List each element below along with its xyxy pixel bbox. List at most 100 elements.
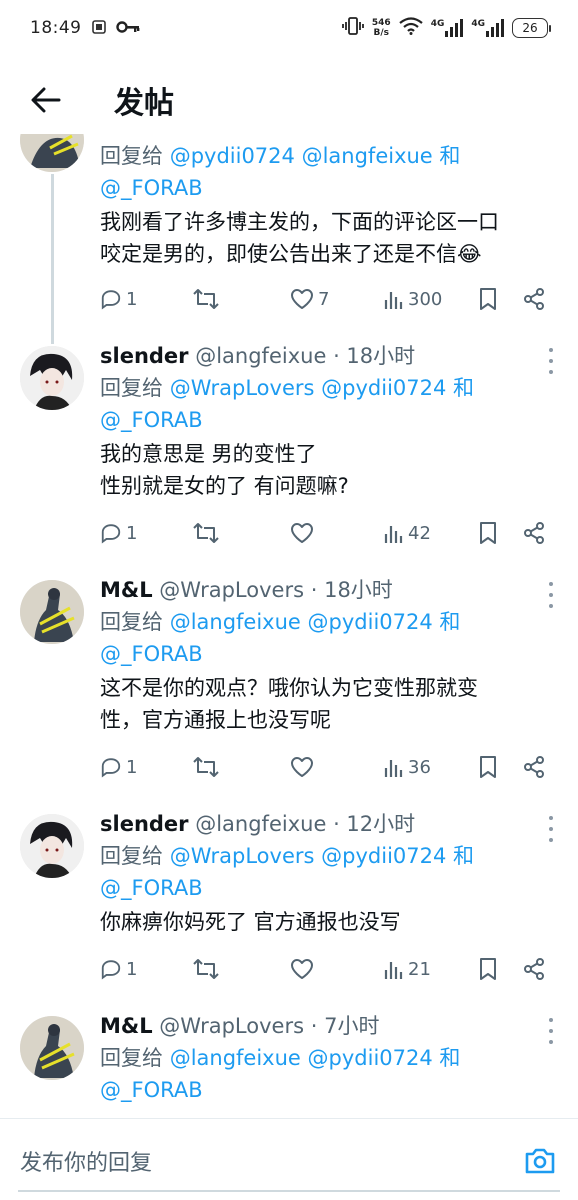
reply-button[interactable]: 1	[100, 522, 137, 544]
avatar[interactable]	[20, 134, 84, 172]
back-button[interactable]	[16, 70, 76, 130]
retweet-icon	[193, 523, 219, 543]
mention-link[interactable]: @pydii0724	[321, 376, 446, 400]
mention-link[interactable]: @_FORAB	[100, 876, 203, 900]
tweet-actions: 1 36	[100, 750, 560, 784]
bookmark-button[interactable]	[478, 755, 498, 779]
bar-chart-icon	[384, 292, 403, 309]
tweet-text-line: 咬定是男的，即使公告出来了还是不信😂	[100, 242, 482, 266]
user-handle[interactable]: @WrapLovers	[159, 1014, 304, 1038]
tweet-content: M&L @WrapLovers · 7小时 回复给 @langfeixue @p…	[100, 1010, 560, 1106]
tweet-time: · 18小时	[333, 344, 416, 368]
retweet-button[interactable]	[192, 288, 224, 310]
reply-tweet[interactable]: M&L @WrapLovers · 18小时 回复给 @langfeixue @…	[0, 574, 578, 808]
avatar[interactable]	[20, 580, 84, 644]
share-button[interactable]	[522, 755, 546, 779]
reply-button[interactable]: 1	[100, 288, 137, 310]
more-vertical-icon	[549, 348, 553, 352]
views-button[interactable]: 21	[384, 959, 431, 980]
arrow-left-icon	[31, 87, 61, 113]
more-options-button[interactable]	[544, 348, 558, 374]
mention-link[interactable]: @pydii0724	[308, 1046, 433, 1070]
avatar[interactable]	[20, 814, 84, 878]
display-name[interactable]: slender	[100, 344, 189, 368]
mention-link[interactable]: @pydii0724	[170, 144, 295, 168]
avatar[interactable]	[20, 346, 84, 410]
mention-link[interactable]: @pydii0724	[308, 610, 433, 634]
mention-link[interactable]: @WrapLovers	[170, 844, 315, 868]
display-name[interactable]: slender	[100, 812, 189, 836]
user-handle[interactable]: @WrapLovers	[159, 578, 304, 602]
camera-button[interactable]	[522, 1143, 558, 1179]
signal-1-label: 4G	[430, 19, 445, 29]
composer-underline	[18, 1190, 560, 1192]
camera-icon	[525, 1148, 555, 1174]
retweet-icon	[193, 757, 219, 777]
reply-to-line: 回复给 @langfeixue @pydii0724 和 @_FORAB	[100, 606, 560, 670]
user-handle[interactable]: @langfeixue	[195, 812, 326, 836]
more-vertical-icon	[549, 582, 553, 586]
bookmark-button[interactable]	[478, 521, 498, 545]
reply-tweet[interactable]: 回复给 @pydii0724 @langfeixue 和 @_FORAB 我刚看…	[0, 134, 578, 344]
tweet-text-line: 我刚看了许多博主发的，下面的评论区一口	[100, 210, 499, 234]
retweet-icon	[193, 289, 219, 309]
reply-count: 1	[126, 288, 138, 310]
share-button[interactable]	[522, 957, 546, 981]
tweet-actions: 1 7 300	[100, 282, 560, 316]
more-options-button[interactable]	[544, 582, 558, 608]
like-button[interactable]: 7	[290, 288, 329, 310]
wifi-icon	[398, 17, 423, 39]
share-button[interactable]	[522, 521, 546, 545]
mention-link[interactable]: @pydii0724	[321, 844, 446, 868]
tweet-time: · 12小时	[333, 812, 416, 836]
retweet-button[interactable]	[192, 958, 224, 980]
bookmark-icon	[480, 958, 496, 980]
mention-link[interactable]: @_FORAB	[100, 1078, 203, 1102]
retweet-button[interactable]	[192, 756, 224, 778]
page-title: 发帖	[114, 86, 174, 121]
more-options-button[interactable]	[544, 816, 558, 842]
more-options-button[interactable]	[544, 1018, 558, 1044]
like-button[interactable]	[290, 522, 318, 544]
avatar[interactable]	[20, 1016, 84, 1080]
bookmark-icon	[480, 522, 496, 544]
battery-icon: 26	[512, 18, 551, 38]
display-name[interactable]: M&L	[100, 578, 153, 602]
mention-link[interactable]: @langfeixue	[170, 1046, 301, 1070]
reply-tweet[interactable]: slender @langfeixue · 12小时 回复给 @WrapLove…	[0, 808, 578, 1010]
views-button[interactable]: 42	[384, 523, 431, 544]
mention-link[interactable]: @_FORAB	[100, 408, 203, 432]
tweet-text: 我的意思是 男的变性了 性别就是女的了 有问题嘛?	[100, 438, 560, 502]
mention-joiner: 和	[432, 144, 461, 168]
mention-link[interactable]: @_FORAB	[100, 176, 203, 200]
reply-button[interactable]: 1	[100, 958, 137, 980]
like-button[interactable]	[290, 756, 318, 778]
share-icon	[524, 958, 544, 980]
bookmark-icon	[480, 756, 496, 778]
share-button[interactable]	[522, 287, 546, 311]
net-speed: 546 B/s	[372, 18, 391, 38]
mention-link[interactable]: @langfeixue	[302, 144, 433, 168]
bar-chart-icon	[384, 760, 403, 777]
reply-to-line: 回复给 @WrapLovers @pydii0724 和 @_FORAB	[100, 840, 560, 904]
bookmark-button[interactable]	[478, 287, 498, 311]
mention-link[interactable]: @WrapLovers	[170, 376, 315, 400]
reply-to-line: 回复给 @WrapLovers @pydii0724 和 @_FORAB	[100, 372, 560, 436]
reply-tweet[interactable]: slender @langfeixue · 18小时 回复给 @WrapLove…	[0, 340, 578, 574]
status-left-icons	[91, 19, 140, 38]
mention-link[interactable]: @_FORAB	[100, 642, 203, 666]
signal-2-label: 4G	[471, 19, 485, 29]
bookmark-button[interactable]	[478, 957, 498, 981]
like-button[interactable]	[290, 958, 318, 980]
tweet-text-line: 你麻痹你妈死了 官方通报也没写	[100, 910, 401, 934]
retweet-button[interactable]	[192, 522, 224, 544]
mention-link[interactable]: @langfeixue	[170, 610, 301, 634]
reply-thread[interactable]: 回复给 @pydii0724 @langfeixue 和 @_FORAB 我刚看…	[0, 134, 578, 1118]
views-button[interactable]: 300	[384, 289, 442, 310]
user-handle[interactable]: @langfeixue	[195, 344, 326, 368]
reply-button[interactable]: 1	[100, 756, 137, 778]
reply-tweet[interactable]: M&L @WrapLovers · 7小时 回复给 @langfeixue @p…	[0, 1010, 578, 1118]
views-button[interactable]: 36	[384, 757, 431, 778]
display-name[interactable]: M&L	[100, 1014, 153, 1038]
reply-input[interactable]: 发布你的回复	[20, 1145, 152, 1177]
